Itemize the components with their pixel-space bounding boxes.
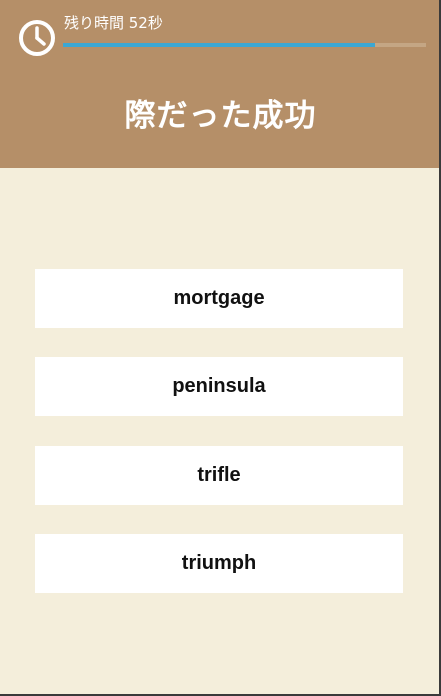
clock-icon	[19, 20, 55, 56]
answer-option-3[interactable]: trifle	[35, 446, 403, 505]
time-progress-fill	[63, 43, 376, 47]
answer-option-4[interactable]: triumph	[35, 534, 403, 593]
quiz-header: 残り時間 52秒 際だった成功	[0, 0, 441, 168]
time-progress-bar	[63, 43, 426, 47]
answer-option-2[interactable]: peninsula	[35, 357, 403, 416]
question-word: 際だった成功	[124, 98, 317, 134]
answer-option-1[interactable]: mortgage	[35, 269, 403, 328]
time-remaining-label: 残り時間 52秒	[64, 14, 163, 32]
